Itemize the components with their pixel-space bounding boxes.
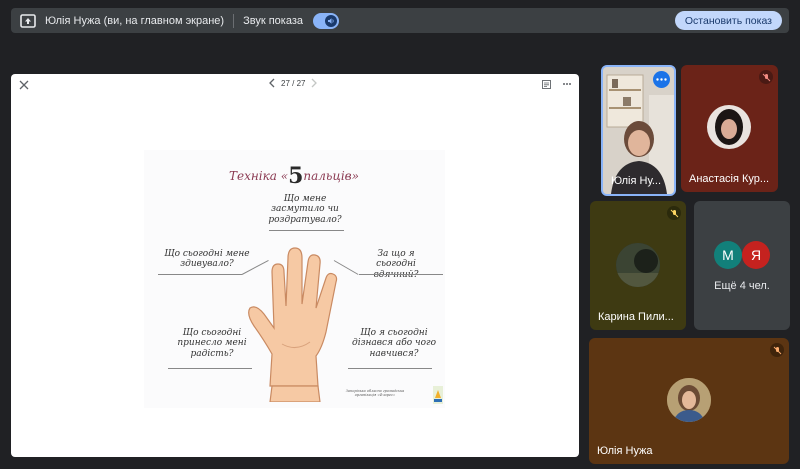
page-indicator: 27 / 27 [281,78,306,88]
underline [158,274,242,275]
present-screen-icon [20,13,36,28]
title-suffix: пальців» [303,169,359,183]
avatar-initial: М [714,241,742,269]
question-middle-finger: Що мене засмутило чи роздратувало? [268,194,342,225]
question-index-finger: Що сьогодні мене здивувало? [164,249,250,270]
mic-off-icon [667,206,681,220]
title-number: 5 [288,163,304,189]
underline [269,230,344,231]
slide-content: Техніка «5пальців» Що мене засмутило чи … [144,150,445,408]
participant-name: Юлія Ну... [611,175,662,187]
hand-illustration [248,247,338,402]
avatar [616,243,660,287]
avatar [707,105,751,149]
presenter-label: Юлія Нужа (ви, на главном экране) [45,14,225,27]
presenting-bar: Юлія Нужа (ви, на главном экране) Звук п… [11,8,789,33]
more-participants-tile[interactable]: М Я Ещё 4 чел. [694,201,790,330]
sound-label: Звук показа [243,14,303,27]
participant-name: Карина Пили... [598,311,674,323]
avatar-initial: Я [742,241,770,269]
page-navigation: 27 / 27 [268,78,318,88]
divider [233,13,235,28]
participant-name: Юлія Нужа [597,445,653,457]
question-ring-finger: За що я сьогодні вдячний? [374,249,419,280]
more-participants-label: Ещё 4 чел. [714,280,770,292]
avatar [667,378,711,422]
underline [359,274,443,275]
chevron-right-icon[interactable] [310,78,318,88]
slide-title: Техніка «5пальців» [204,163,384,189]
slide-viewer: 27 / 27 Техніка «5пальців» Що мене засму… [11,74,579,457]
organization-caption: Запорізька обласна громадська організаці… [345,389,405,398]
mic-off-icon [759,70,773,84]
close-icon[interactable] [18,79,30,91]
more-options-icon[interactable] [653,71,670,88]
participant-name: Анастасія Кур... [689,173,770,185]
question-little-finger: Що я сьогодні дізнався або чого навчився… [351,328,436,359]
mic-off-icon [770,343,784,357]
participant-tile-self[interactable]: Юлія Ну... [601,65,676,196]
participant-tile[interactable]: Карина Пили... [590,201,686,330]
speaker-notes-icon[interactable] [542,80,551,89]
underline [168,368,252,369]
participant-tile[interactable]: Анастасія Кур... [681,65,778,192]
chevron-left-icon[interactable] [268,78,276,88]
speaker-icon [325,14,337,27]
underline [348,368,432,369]
sound-toggle[interactable] [313,12,339,29]
organization-logo-icon [433,386,443,404]
participant-tile[interactable]: Юлія Нужа [589,338,789,464]
more-options-icon[interactable] [562,79,572,89]
stop-presenting-button[interactable]: Остановить показ [674,11,782,30]
title-prefix: Техніка « [229,169,289,183]
